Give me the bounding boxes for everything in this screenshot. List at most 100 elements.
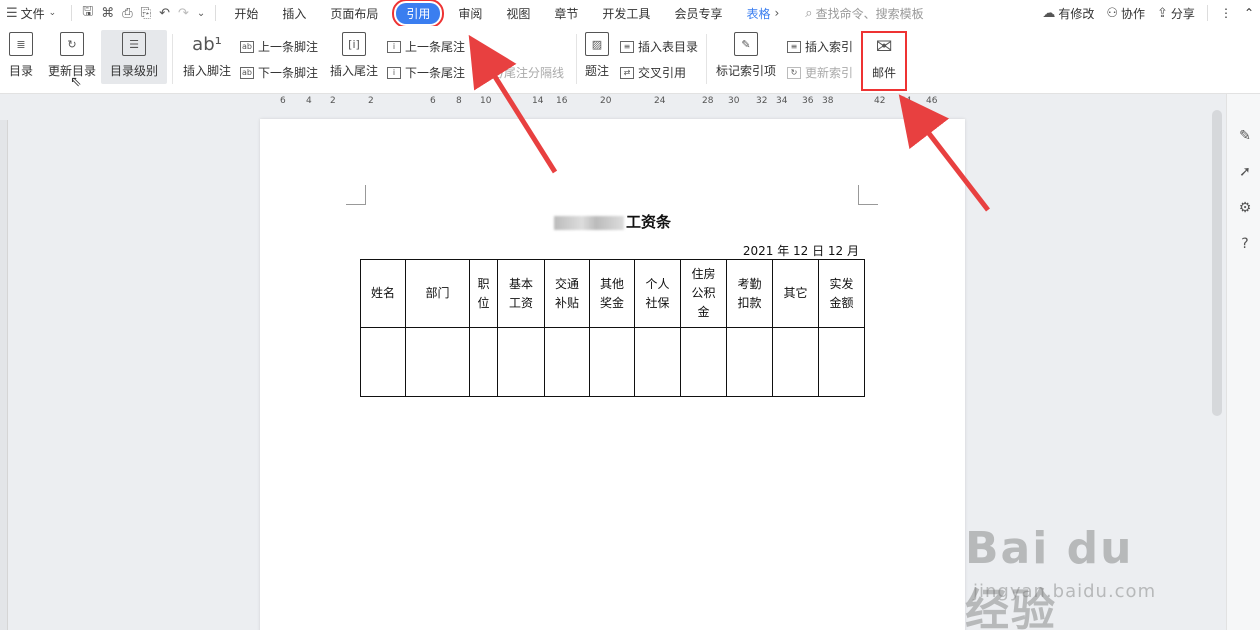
margin-corner-top-left — [346, 185, 366, 205]
tab-reference-label: 引用 — [392, 0, 445, 28]
cross-reference-button[interactable]: ⇄ 交叉引用 — [620, 64, 686, 81]
collapse-ribbon-icon[interactable]: ⌃ — [1238, 6, 1260, 20]
table-header-cell[interactable]: 个人 社保 — [634, 259, 681, 328]
tab-view[interactable]: 视图 — [494, 0, 542, 26]
tab-reference[interactable]: 引用 — [390, 0, 446, 28]
note-separator-button[interactable]: 脚注/尾注分隔线 — [476, 64, 564, 81]
next-footnote-button[interactable]: ab 下一条脚注 — [240, 64, 318, 81]
table-header-cell[interactable]: 住房 公积金 — [680, 259, 727, 328]
save-icon[interactable]: 🖫 — [78, 0, 97, 26]
ruler-tick-label: 38 — [822, 96, 834, 106]
table-cell[interactable] — [680, 327, 727, 397]
pen-icon[interactable]: ✎ — [1237, 128, 1253, 144]
toc-level-button[interactable]: ☰ 目录级别 — [101, 30, 167, 84]
print-preview-icon[interactable]: ⎘ — [137, 0, 155, 26]
table-cell[interactable] — [772, 327, 819, 397]
table-header-cell[interactable]: 姓名 — [360, 259, 406, 328]
ruler-tick-label: 16 — [556, 96, 568, 106]
format-painter-icon[interactable]: ⌘ — [97, 0, 118, 26]
table-header-cell[interactable]: 其他 奖金 — [589, 259, 635, 328]
horizontal-ruler[interactable]: 6 4 2 2 6 8 10 14 16 20 24 28 30 32 34 36 38 42 44 46 — [260, 94, 965, 110]
tab-table-tools[interactable]: 表格 › — [734, 0, 791, 26]
table-cell[interactable] — [818, 327, 865, 397]
ruler-tick-label: 30 — [728, 96, 740, 106]
table-cell[interactable] — [405, 327, 470, 397]
insert-table-of-figures-button[interactable]: ≡ 插入表目录 — [620, 38, 698, 55]
document-title: 工资条 — [260, 211, 965, 232]
table-header-cell[interactable]: 职位 — [469, 259, 498, 328]
vertical-scrollbar[interactable] — [1212, 110, 1222, 416]
ruler-tick-label: 20 — [600, 96, 612, 106]
table-header-cell[interactable]: 部门 — [405, 259, 470, 328]
redo-icon[interactable]: ↷ — [174, 0, 193, 26]
document-date: 2021 年 12 日 12 月 — [742, 244, 859, 258]
tab-start[interactable]: 开始 — [222, 0, 270, 26]
vertical-ruler[interactable] — [0, 120, 8, 630]
outline-level-icon: ☰ — [122, 32, 146, 56]
toc-button[interactable]: ≣ 目录 — [3, 32, 39, 79]
update-index-button[interactable]: ↻ 更新索引 — [787, 64, 853, 81]
image-caption-icon: ▨ — [585, 32, 609, 56]
share-icon: ⇪ — [1157, 5, 1168, 21]
reference-ribbon: ≣ 目录 ↻ 更新目录 ☰ 目录级别 ab¹ 插入脚注 ab 上一条脚注 ab … — [0, 26, 1260, 94]
baidu-jingyan-watermark: Bai du 经验 jingyan.baidu.com — [965, 523, 1157, 630]
chevron-right-icon[interactable]: › — [774, 6, 779, 20]
table-cell[interactable] — [360, 327, 406, 397]
modified-button[interactable]: ☁ 有修改 — [1036, 5, 1100, 22]
command-search[interactable]: ⌕ 查找命令、搜索模板 — [805, 5, 923, 22]
table-cell[interactable] — [469, 327, 498, 397]
insert-endnote-button[interactable]: [i] 插入尾注 — [328, 32, 380, 79]
next-endnote-icon: i — [387, 66, 401, 79]
prev-endnote-icon: i — [387, 40, 401, 53]
share-button[interactable]: ⇪ 分享 — [1151, 5, 1201, 22]
print-icon[interactable]: ⎙ — [118, 0, 136, 26]
insert-index-button[interactable]: ≡ 插入索引 — [787, 38, 853, 55]
mouse-cursor-icon: ⇖ — [70, 74, 82, 90]
table-cell[interactable] — [634, 327, 681, 397]
tab-member[interactable]: 会员专享 — [662, 0, 734, 26]
table-cell[interactable] — [726, 327, 773, 397]
table-header-cell[interactable]: 实发 金额 — [818, 259, 865, 328]
more-icon[interactable]: ⋮ — [1214, 6, 1238, 20]
document-page[interactable]: 工资条 2021 年 12 日 12 月 姓名 部门 职位 基本 工资 交通 补贴 … — [260, 119, 965, 630]
mail-highlight-box — [861, 31, 907, 91]
prev-footnote-button[interactable]: ab 上一条脚注 — [240, 38, 318, 55]
next-endnote-button[interactable]: i 下一条尾注 — [387, 64, 465, 81]
pointer-icon[interactable]: ➚ — [1237, 164, 1253, 180]
ruler-tick-label: 2 — [368, 96, 374, 106]
mark-index-entry-button[interactable]: ✎ 标记索引项 — [714, 32, 778, 79]
file-menu[interactable]: ☰ 文件 ⌄ — [0, 0, 65, 26]
tab-chapter[interactable]: 章节 — [542, 0, 590, 26]
settings-sliders-icon[interactable]: ⚙ — [1237, 200, 1253, 216]
table-cell[interactable] — [589, 327, 635, 397]
toc-icon: ≣ — [9, 32, 33, 56]
chevron-down-icon: ⌄ — [48, 8, 57, 18]
divider — [71, 5, 73, 21]
insert-footnote-button[interactable]: ab¹ 插入脚注 — [182, 32, 232, 79]
table-cell[interactable] — [497, 327, 545, 397]
search-icon: ⌕ — [805, 5, 813, 21]
divider — [706, 34, 707, 84]
collaborate-button[interactable]: ⚇ 协作 — [1100, 5, 1151, 22]
update-toc-button[interactable]: ↻ 更新目录 — [46, 32, 98, 79]
table-cell[interactable] — [544, 327, 590, 397]
customize-dropdown-icon[interactable]: ⌄ — [193, 0, 209, 26]
prev-endnote-button[interactable]: i 上一条尾注 — [387, 38, 465, 55]
margin-corner-top-right — [858, 185, 878, 205]
caption-button[interactable]: ▨ 题注 — [582, 32, 612, 79]
table-header-cell[interactable]: 其它 — [772, 259, 819, 328]
salary-table[interactable]: 姓名 部门 职位 基本 工资 交通 补贴 其他 奖金 个人 社保 住房 公积金 考勤 扣款 … — [360, 259, 865, 397]
tab-insert[interactable]: 插入 — [270, 0, 318, 26]
endnote-icon: [i] — [342, 32, 366, 56]
table-header-cell[interactable]: 交通 补贴 — [544, 259, 590, 328]
user-icon: ⚇ — [1106, 5, 1118, 21]
ruler-tick-label: 46 — [926, 96, 938, 106]
tab-review[interactable]: 审阅 — [446, 0, 494, 26]
tab-page-layout[interactable]: 页面布局 — [318, 0, 390, 26]
tab-developer[interactable]: 开发工具 — [590, 0, 662, 26]
table-header-cell[interactable]: 基本 工资 — [497, 259, 545, 328]
undo-icon[interactable]: ↶ — [155, 0, 174, 26]
table-header-cell[interactable]: 考勤 扣款 — [726, 259, 773, 328]
help-icon[interactable]: ? — [1237, 236, 1253, 252]
table-row — [360, 327, 865, 397]
